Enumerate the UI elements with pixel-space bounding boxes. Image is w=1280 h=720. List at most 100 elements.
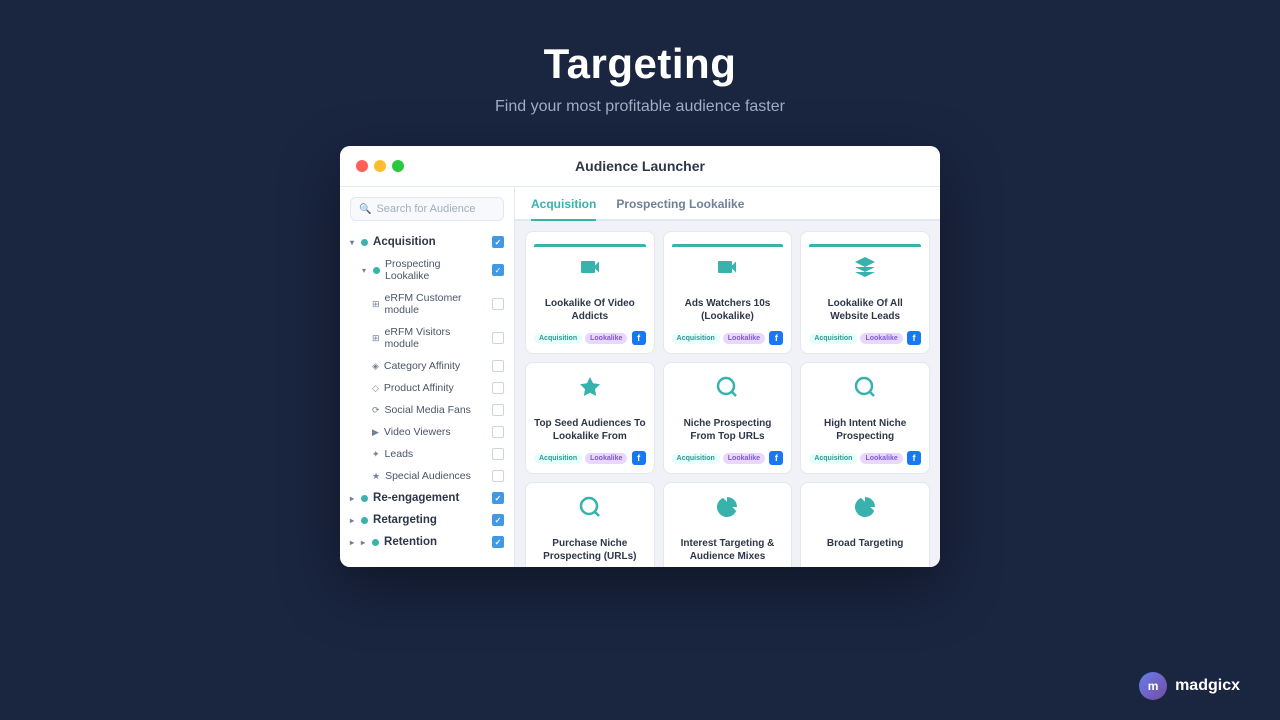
search-icon-card-2 — [853, 375, 877, 411]
retention-checkbox[interactable] — [492, 536, 504, 548]
acquisition-checkbox[interactable] — [492, 236, 504, 248]
sidebar-item-label: eRFM Visitors module — [385, 326, 487, 350]
card-title-8: Interest Targeting & Audience Mixes — [672, 537, 784, 563]
sidebar: 🔍 Search for Audience ▾ Acquisition ▾ Pr… — [340, 187, 515, 567]
dot-maximize[interactable] — [392, 160, 404, 172]
sidebar-item-label: Prospecting Lookalike — [385, 258, 487, 282]
dot-close[interactable] — [356, 160, 368, 172]
facebook-icon: f — [632, 331, 646, 345]
facebook-icon-6: f — [907, 451, 921, 465]
card-high-intent-niche[interactable]: High Intent Niche Prospecting Acquisitio… — [800, 362, 930, 474]
retargeting-checkbox[interactable] — [492, 514, 504, 526]
module-icon: ⊞ — [372, 299, 380, 310]
sidebar-item-video-viewers[interactable]: ▶ Video Viewers — [340, 421, 514, 443]
card-top-seed-audiences[interactable]: Top Seed Audiences To Lookalike From Acq… — [525, 362, 655, 474]
sidebar-item-retargeting[interactable]: ▸ Retargeting — [340, 509, 514, 531]
card-title: Lookalike Of Video Addicts — [534, 297, 646, 323]
madgicx-logo: m madgicx — [1139, 672, 1240, 700]
card-top-bar-3 — [809, 244, 921, 247]
sidebar-item-erfm-visitors[interactable]: ⊞ eRFM Visitors module — [340, 321, 514, 355]
madgicx-icon: m — [1139, 672, 1167, 700]
product-checkbox[interactable] — [492, 382, 504, 394]
reengagement-checkbox[interactable] — [492, 492, 504, 504]
chevron-down-icon: ▾ — [350, 238, 354, 247]
tab-acquisition[interactable]: Acquisition — [531, 197, 596, 221]
facebook-icon-4: f — [632, 451, 646, 465]
card-lookalike-video-addicts[interactable]: Lookalike Of Video Addicts Acquisition L… — [525, 231, 655, 354]
main-content: Acquisition Prospecting Lookalike Lookal… — [515, 187, 940, 567]
sidebar-item-reengagement[interactable]: ▸ Re-engagement — [340, 487, 514, 509]
social-checkbox[interactable] — [492, 404, 504, 416]
sidebar-item-special-audiences[interactable]: ★ Special Audiences — [340, 465, 514, 487]
madgicx-name: madgicx — [1175, 677, 1240, 695]
special-icon: ★ — [372, 471, 380, 482]
sidebar-item-prospecting-lookalike[interactable]: ▾ Prospecting Lookalike — [340, 253, 514, 287]
chevron-right-icon-4: ▸ — [361, 538, 365, 547]
badge-acquisition-6: Acquisition — [809, 453, 857, 464]
sidebar-item-label: Re-engagement — [373, 492, 459, 504]
card-title-6: High Intent Niche Prospecting — [809, 417, 921, 443]
window-titlebar: Audience Launcher — [340, 146, 940, 187]
card-lookalike-website-leads[interactable]: Lookalike Of All Website Leads Acquisiti… — [800, 231, 930, 354]
card-badges-6: Acquisition Lookalike f — [809, 451, 921, 465]
card-ads-watchers[interactable]: Ads Watchers 10s (Lookalike) Acquisition… — [663, 231, 793, 354]
module-icon-2: ⊞ — [372, 333, 380, 344]
card-badges-2: Acquisition Lookalike f — [672, 331, 784, 345]
erfm-visitors-checkbox[interactable] — [492, 332, 504, 344]
card-title-7: Purchase Niche Prospecting (URLs) — [534, 537, 646, 563]
sidebar-item-category-affinity[interactable]: ◈ Category Affinity — [340, 355, 514, 377]
window-body: 🔍 Search for Audience ▾ Acquisition ▾ Pr… — [340, 187, 940, 567]
card-purchase-niche[interactable]: Purchase Niche Prospecting (URLs) Acquis… — [525, 482, 655, 567]
window-title: Audience Launcher — [575, 158, 705, 174]
card-badges: Acquisition Lookalike f — [534, 331, 646, 345]
search-icon: 🔍 — [359, 204, 371, 215]
search-box[interactable]: 🔍 Search for Audience — [350, 197, 504, 221]
star-icon-card — [578, 375, 602, 411]
pie-icon-card-2 — [853, 495, 877, 531]
badge-acquisition-4: Acquisition — [534, 453, 582, 464]
chevron-right-icon-2: ▸ — [350, 516, 354, 525]
card-niche-prospecting-urls[interactable]: Niche Prospecting From Top URLs Acquisit… — [663, 362, 793, 474]
category-checkbox[interactable] — [492, 360, 504, 372]
sidebar-item-acquisition[interactable]: ▾ Acquisition — [340, 231, 514, 253]
badge-lookalike-5: Lookalike — [723, 453, 765, 464]
tab-prospecting-lookalike[interactable]: Prospecting Lookalike — [616, 197, 744, 221]
card-broad-targeting[interactable]: Broad Targeting Acquisition ⚡ f — [800, 482, 930, 567]
card-badges-5: Acquisition Lookalike f — [672, 451, 784, 465]
badge-lookalike-6: Lookalike — [860, 453, 902, 464]
card-title-9: Broad Targeting — [827, 537, 903, 550]
sidebar-item-label: Retention — [384, 536, 437, 548]
cards-grid: Lookalike Of Video Addicts Acquisition L… — [515, 221, 940, 567]
prospecting-checkbox[interactable] — [492, 264, 504, 276]
page-header: Targeting Find your most profitable audi… — [495, 40, 785, 116]
dot-minimize[interactable] — [374, 160, 386, 172]
special-checkbox[interactable] — [492, 470, 504, 482]
erfm-customer-checkbox[interactable] — [492, 298, 504, 310]
card-interest-targeting[interactable]: Interest Targeting & Audience Mixes Acqu… — [663, 482, 793, 567]
dot-teal-3 — [361, 495, 368, 502]
sidebar-item-label: Acquisition — [373, 236, 436, 248]
badge-lookalike: Lookalike — [585, 333, 627, 344]
social-icon: ⟳ — [372, 405, 380, 416]
app-window: Audience Launcher 🔍 Search for Audience … — [340, 146, 940, 567]
chevron-right-icon-3: ▸ — [350, 538, 354, 547]
card-title-2: Ads Watchers 10s (Lookalike) — [672, 297, 784, 323]
sidebar-item-label: Retargeting — [373, 514, 437, 526]
card-badges-3: Acquisition Lookalike f — [809, 331, 921, 345]
video-checkbox[interactable] — [492, 426, 504, 438]
search-placeholder: Search for Audience — [376, 203, 475, 215]
facebook-icon-3: f — [907, 331, 921, 345]
sidebar-item-erfm-customer[interactable]: ⊞ eRFM Customer module — [340, 287, 514, 321]
tabs-bar: Acquisition Prospecting Lookalike — [515, 187, 940, 221]
leads-checkbox[interactable] — [492, 448, 504, 460]
sidebar-item-product-affinity[interactable]: ◇ Product Affinity — [340, 377, 514, 399]
sidebar-item-social-media-fans[interactable]: ⟳ Social Media Fans — [340, 399, 514, 421]
card-top-bar — [534, 244, 646, 247]
sidebar-item-retention[interactable]: ▸ ▸ Retention — [340, 531, 514, 553]
card-title-5: Niche Prospecting From Top URLs — [672, 417, 784, 443]
page-subtitle: Find your most profitable audience faste… — [495, 98, 785, 116]
video-icon: ▶ — [372, 427, 379, 438]
chevron-right-icon: ▸ — [350, 494, 354, 503]
sidebar-item-label: Category Affinity — [384, 360, 460, 372]
sidebar-item-leads[interactable]: ✦ Leads — [340, 443, 514, 465]
